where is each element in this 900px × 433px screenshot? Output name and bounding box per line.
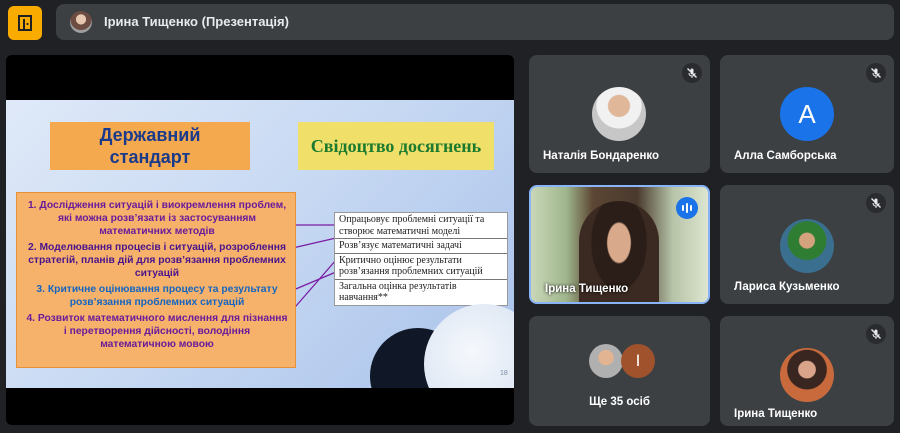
participant-tile[interactable]: A Алла Самборська [720,55,894,173]
avatar [780,348,834,402]
criteria-row: Розв’язує математичні задачі [335,239,507,254]
mic-off-icon [866,63,886,83]
step-item: 4. Розвиток математичного мислення для п… [26,313,288,350]
mic-off-icon [682,63,702,83]
presenter-avatar [70,11,92,33]
avatar: I [621,344,655,378]
step-item: 1. Дослідження ситуацій і виокремлення п… [27,200,287,237]
step-item: 2. Моделювання процесів і ситуацій, розр… [28,242,286,279]
slide: Державний стандарт Свідоцтво досягнень 1… [6,100,514,388]
slide-number: 18 [500,370,508,377]
participant-name: Лариса Кузьменко [734,281,840,293]
criteria-row: Критично оцінює результати розв’язання п… [335,254,507,280]
presenter-title: Ірина Тищенко (Презентація) [104,14,289,29]
mic-off-icon [866,324,886,344]
avatar: A [780,87,834,141]
presentation-view[interactable]: Державний стандарт Свідоцтво досягнень 1… [6,55,514,425]
more-participants-tile[interactable]: I Ще 35 осіб [529,316,710,426]
standard-steps: 1. Дослідження ситуацій і виокремлення п… [16,192,296,368]
participant-name: Алла Самборська [734,150,837,162]
door-icon[interactable] [8,6,42,40]
left-heading: Державний стандарт [50,122,250,170]
presenter-pill[interactable]: Ірина Тищенко (Презентація) [56,4,894,40]
participant-name: Ірина Тищенко [545,283,629,295]
meeting-header: Ірина Тищенко (Презентація) [0,0,900,44]
avatar [780,219,834,273]
participant-tile[interactable]: Лариса Кузьменко [720,185,894,304]
participant-tile-active[interactable]: Ірина Тищенко [529,185,710,304]
right-heading: Свідоцтво досягнень [298,122,494,170]
criteria-row: Загальна оцінка результатів навчання** [339,280,457,304]
mic-off-icon [866,193,886,213]
avatar [589,344,623,378]
avatar [592,87,646,141]
criteria-row: Опрацьовує проблемні ситуації та створює… [335,213,507,239]
participant-name: Ірина Тищенко [734,408,818,420]
criteria-table: Опрацьовує проблемні ситуації та створює… [334,212,508,306]
audio-level-icon [676,197,698,219]
participant-tile[interactable]: Наталія Бондаренко [529,55,710,173]
participant-name: Ще 35 осіб [589,396,650,408]
participant-name: Наталія Бондаренко [543,150,660,162]
participant-tile[interactable]: Ірина Тищенко [720,316,894,426]
step-item: 3. Критичне оцінювання процесу та резуль… [36,284,278,308]
